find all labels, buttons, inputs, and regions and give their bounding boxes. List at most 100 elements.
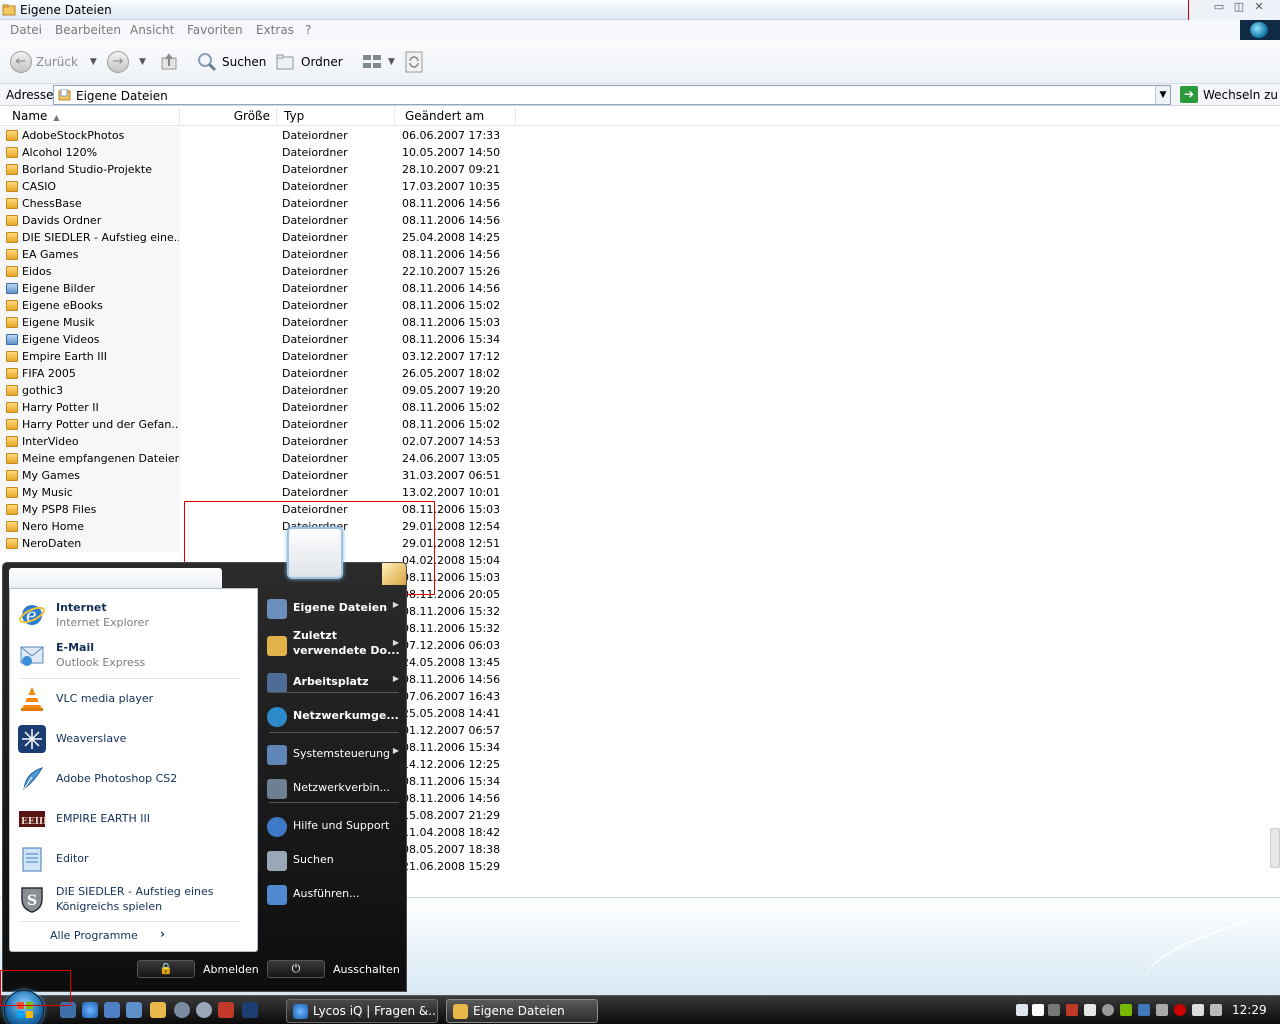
maximize-icon[interactable]: ◫ [1229,1,1249,13]
file-name: Harry Potter und der Gefan... [22,418,179,431]
file-row[interactable]: Eigene Videos Dateiordner 08.11.2006 15:34 [0,331,520,348]
file-row[interactable]: Eidos Dateiordner 22.10.2007 15:26 [0,263,520,280]
search-button[interactable]: Suchen [196,50,266,74]
task-eigene-dateien[interactable]: Eigene Dateien [446,999,598,1023]
file-row[interactable]: Borland Studio-Projekte Dateiordner 28.10.… [0,161,520,178]
task-lycos[interactable]: Lycos iQ | Fragen &... [286,999,438,1023]
file-row[interactable]: ChessBase Dateiordner 08.11.2006 14:56 [0,195,520,212]
file-row[interactable]: Eigene eBooks Dateiordner 08.11.2006 15:02 [0,297,520,314]
shutdown-button[interactable]: ⏻ Ausschalten [267,959,400,979]
start-place-label: Arbeitsplatz [293,675,369,688]
title-bar[interactable]: Eigene Dateien ▭ ◫ ✕ [0,0,1280,26]
chevron-down-icon[interactable]: ▼ [1155,86,1170,104]
start-place-item[interactable]: Zuletzt verwendete Do... ▶ [265,628,403,662]
menu-datei[interactable]: Datei [10,23,42,37]
view-button[interactable]: ▼ [362,50,395,74]
plug-icon[interactable] [1156,1004,1168,1016]
file-row[interactable]: Meine empfangenen Dateien Dateiordner 24.0… [0,450,520,467]
back-button[interactable]: ← Zurück ▼ [10,50,97,74]
chevron-down-icon[interactable]: ▼ [139,57,146,67]
weaverslave-icon[interactable] [242,1002,258,1018]
start-item-vlc[interactable]: VLC media player [14,681,246,717]
start-item-siedler[interactable]: S DIE SIEDLER - Aufstieg eines Königreic… [14,881,246,921]
file-row[interactable]: gothic3 Dateiordner 09.05.2007 19:20 [0,382,520,399]
file-date: 07.12.2006 06:03 [402,639,501,652]
start-item-email[interactable]: E-Mail Outlook Express [14,637,246,673]
acrobat-icon[interactable] [1174,1004,1186,1016]
file-row[interactable]: Alcohol 120% Dateiordner 10.05.2007 14:50 [0,144,520,161]
language-icon[interactable] [1032,1004,1044,1016]
scrollbar-thumb[interactable] [1270,828,1280,868]
network-connections-icon [267,779,287,799]
menu-extras[interactable]: Extras [256,23,294,37]
file-row[interactable]: EA Games Dateiordner 08.11.2006 14:56 [0,246,520,263]
address-field[interactable]: Eigene Dateien ▼ [53,85,1171,105]
file-row[interactable]: FIFA 2005 Dateiordner 26.05.2007 18:02 [0,365,520,382]
file-row[interactable]: AdobeStockPhotos Dateiordner 06.06.2007 17… [0,127,520,144]
file-row[interactable]: Davids Ordner Dateiordner 08.11.2006 14:56 [0,212,520,229]
outlook-express-icon [20,646,44,666]
file-row[interactable]: Harry Potter II Dateiordner 08.11.2006 15:… [0,399,520,416]
column-type-label: Typ [284,109,305,123]
menu-ansicht[interactable]: Ansicht [130,23,174,37]
menu-favoriten[interactable]: Favoriten [187,23,243,37]
close-icon[interactable]: ✕ [1249,1,1269,13]
start-menu-places: Eigene Dateien ▶ Zuletzt verwendete Do... ▶ A… [261,588,405,928]
start-place-item[interactable]: Netzwerkverbin... [265,776,403,802]
start-item-empire-earth[interactable]: EEIII EMPIRE EARTH III [14,801,246,837]
up-folder-button[interactable] [160,50,180,74]
file-row[interactable]: Harry Potter und der Gefan... Dateiordner… [0,416,520,433]
start-place-item[interactable]: Netzwerkumge... [265,704,403,730]
internet-explorer-icon[interactable] [82,1002,98,1018]
folders-button[interactable]: Ordner [275,50,343,74]
start-item-editor[interactable]: Editor [14,841,246,877]
file-row[interactable]: My Games Dateiordner 31.03.2007 06:51 [0,467,520,484]
volume-icon[interactable] [1192,1004,1204,1016]
file-row[interactable]: My Music Dateiordner 13.02.2007 10:01 [0,484,520,501]
network-icon[interactable] [126,1002,142,1018]
column-name[interactable]: Name ▲ [0,107,180,126]
start-place-item[interactable]: Suchen [265,848,403,874]
file-row[interactable]: Eigene Musik Dateiordner 08.11.2006 15:03 [0,314,520,331]
file-row[interactable]: Empire Earth III Dateiordner 03.12.2007 17… [0,348,520,365]
column-type[interactable]: Typ [277,107,395,126]
menu-bearbeiten[interactable]: Bearbeiten [55,23,121,37]
speedometer-icon[interactable] [1102,1004,1114,1016]
start-item-photoshop[interactable]: Adobe Photoshop CS2 [14,761,246,797]
start-item-internet[interactable]: e Internet Internet Explorer [14,597,246,633]
tool-icon[interactable] [218,1002,234,1018]
network-status-icon[interactable] [1138,1004,1150,1016]
chevron-down-icon[interactable]: ▼ [90,57,97,67]
nvidia-icon[interactable] [1120,1004,1132,1016]
column-size[interactable]: Größe [180,107,277,126]
forward-button[interactable]: → ▼ [107,50,146,74]
file-row[interactable]: InterVideo Dateiordner 02.07.2007 14:53 [0,433,520,450]
logoff-button[interactable]: 🔒 Abmelden [137,959,259,979]
sync-button[interactable] [404,50,424,74]
disc-icon[interactable] [196,1002,212,1018]
lock-icon[interactable] [174,1002,190,1018]
outlook-express-icon[interactable] [104,1002,120,1018]
start-place-item[interactable]: Eigene Dateien ▶ [265,596,403,622]
go-button[interactable]: ➔ Wechseln zu [1180,86,1278,103]
minimize-icon[interactable]: ▭ [1209,1,1229,13]
folder-icon[interactable] [150,1002,166,1018]
keyboard-icon[interactable] [1016,1004,1028,1016]
display-icon[interactable] [1084,1004,1096,1016]
start-place-item[interactable]: Ausführen... [265,882,403,908]
folder-icon [6,164,18,175]
start-place-item[interactable]: Hilfe und Support [265,814,403,840]
all-programs-button[interactable]: Alle Programme [50,929,138,942]
user-avatar[interactable] [287,527,343,579]
antivirus-icon[interactable] [1066,1004,1078,1016]
file-row[interactable]: DIE SIEDLER - Aufstieg eine... Dateiordne… [0,229,520,246]
start-item-weaverslave[interactable]: Weaverslave [14,721,246,757]
ime-icon[interactable] [1048,1004,1060,1016]
menu-help[interactable]: ? [305,23,311,37]
column-modified[interactable]: Geändert am [395,107,516,126]
start-menu-programs: e Internet Internet Explorer E-Mail Outl… [9,588,258,952]
bluetooth-icon[interactable] [1210,1004,1222,1016]
file-row[interactable]: Eigene Bilder Dateiordner 08.11.2006 14:56 [0,280,520,297]
start-place-item[interactable]: Systemsteuerung ▶ [265,742,403,768]
file-row[interactable]: CASIO Dateiordner 17.03.2007 10:35 [0,178,520,195]
